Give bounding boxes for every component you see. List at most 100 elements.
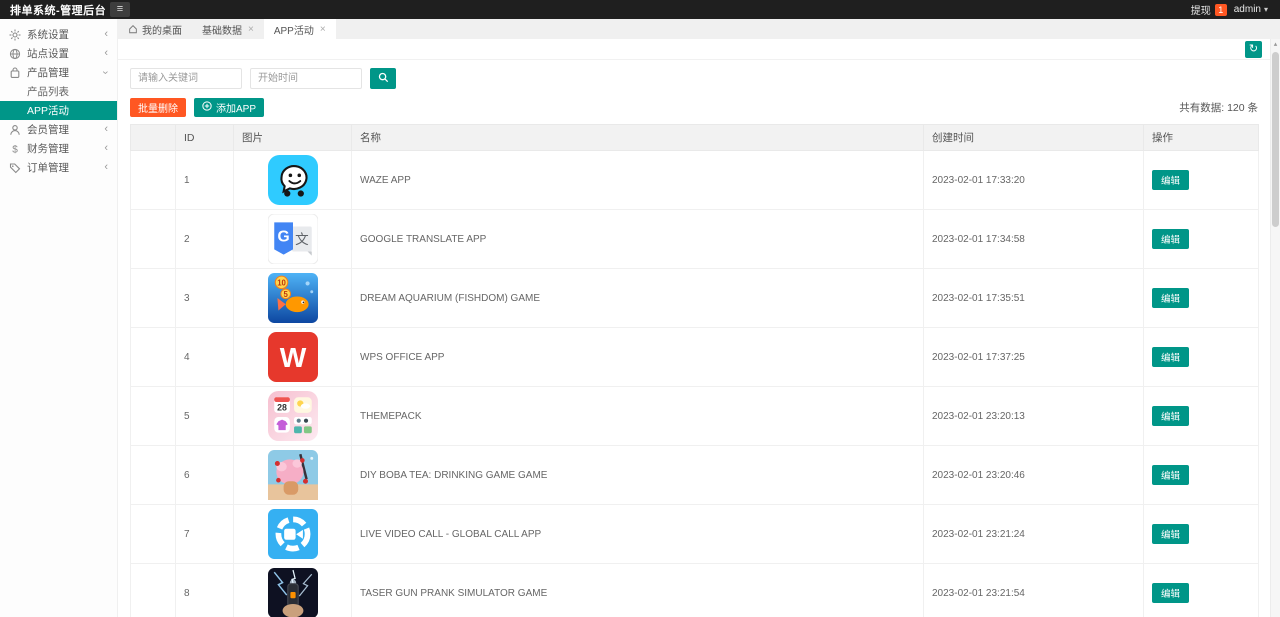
row-created-time: 2023-02-01 17:35:51 [924,269,1144,328]
username: admin [1234,4,1261,15]
edit-button[interactable]: 编辑 [1152,170,1189,190]
edit-button[interactable]: 编辑 [1152,406,1189,426]
row-select-cell[interactable] [131,446,176,505]
column-header: 操作 [1144,125,1259,151]
row-app-image: 105 [234,269,352,328]
column-header: 图片 [234,125,352,151]
row-id: 4 [176,328,234,387]
tab-label: 我的桌面 [142,22,182,37]
sidebar-item-label: 产品管理 [27,65,69,80]
sidebar-item-订单管理[interactable]: 订单管理 ‹ [0,158,117,177]
scrollbar-thumb[interactable] [1272,52,1279,227]
table-row: 7 LIVE VIDEO CALL - GLOBAL CALL APP 2023… [131,505,1259,564]
row-app-image: 文G [234,210,352,269]
row-created-time: 2023-02-01 17:37:25 [924,328,1144,387]
row-app-image: 28 [234,387,352,446]
boba-tea-game-icon [268,450,318,500]
table-row: 8 TASER GUN PRANK SIMULATOR GAME 2023-02… [131,564,1259,617]
scroll-up-arrow-icon[interactable]: ▴ [1271,39,1280,50]
edit-button[interactable]: 编辑 [1152,583,1189,603]
tab[interactable]: APP活动 × [264,19,336,39]
app-table: ID图片名称创建时间操作 1 WAZE APP 2023-02-01 17:33… [130,124,1259,617]
user-menu[interactable]: admin ▾ [1234,4,1268,15]
sidebar-item-站点设置[interactable]: 站点设置 ‹ [0,44,117,63]
withdraw-notice[interactable]: 提现 1 [1191,2,1227,17]
refresh-button[interactable]: ↻ [1245,41,1262,58]
themepack-app-icon: 28 [268,391,318,441]
home-icon [128,24,138,34]
search-button[interactable] [370,68,396,89]
quick-action-bar: ↻ [118,39,1270,60]
row-select-cell[interactable] [131,505,176,564]
table-body: 1 WAZE APP 2023-02-01 17:33:20 编辑 2 文G G… [131,151,1259,617]
row-app-image: W [234,328,352,387]
vertical-scrollbar[interactable]: ▴ [1270,39,1280,617]
chevron-icon: ‹ [104,143,108,154]
row-created-time: 2023-02-01 17:33:20 [924,151,1144,210]
row-select-cell[interactable] [131,269,176,328]
sidebar-item-系统设置[interactable]: 系统设置 ‹ [0,25,117,44]
row-id: 5 [176,387,234,446]
table-header-row: ID图片名称创建时间操作 [131,125,1259,151]
sidebar: 系统设置 ‹ 站点设置 ‹ 产品管理 ‹ 产品列表 APP活动 会员管理 ‹ $… [0,19,118,617]
edit-button[interactable]: 编辑 [1152,465,1189,485]
start-time-input[interactable] [250,68,362,89]
row-id: 3 [176,269,234,328]
row-select-cell[interactable] [131,564,176,617]
tab-bar: 我的桌面 基础数据 × APP活动 × [118,19,1280,39]
row-select-cell[interactable] [131,387,176,446]
row-select-cell[interactable] [131,210,176,269]
withdraw-label: 提现 [1191,2,1211,17]
sidebar-item-label: 系统设置 [27,27,69,42]
tab-close-icon[interactable]: × [248,24,254,35]
sidebar-item-会员管理[interactable]: 会员管理 ‹ [0,120,117,139]
site-icon [9,48,21,60]
add-app-button[interactable]: 添加APP [194,98,264,117]
tab[interactable]: 我的桌面 [118,19,192,39]
goods-icon [9,67,21,79]
row-app-name: DREAM AQUARIUM (FISHDOM) GAME [352,269,924,328]
sidebar-item-label: 会员管理 [27,122,69,137]
chevron-icon: ‹ [104,124,108,135]
chevron-icon: ‹ [104,162,108,173]
tab[interactable]: 基础数据 × [192,19,264,39]
table-row: 6 DIY BOBA TEA: DRINKING GAME GAME 2023-… [131,446,1259,505]
sidebar-item-财务管理[interactable]: $ 财务管理 ‹ [0,139,117,158]
svg-text:5: 5 [283,290,288,299]
user-icon [9,124,21,136]
row-select-cell[interactable] [131,151,176,210]
sidebar-subitem-产品列表[interactable]: 产品列表 [0,82,117,101]
tab-close-icon[interactable]: × [320,24,326,35]
app-list-panel: 批量删除 添加APP 共有数据: 120 条 ID图片名称创建时间操作 [118,68,1270,617]
app-title: 排单系统-管理后台 [0,2,106,18]
row-select-cell[interactable] [131,328,176,387]
sidebar-subitem-label: APP活动 [27,103,69,118]
menu-toggle-icon[interactable]: ≡ [110,2,130,17]
edit-button[interactable]: 编辑 [1152,347,1189,367]
sidebar-item-产品管理[interactable]: 产品管理 ‹ [0,63,117,82]
table-row: 5 28 THEMEPACK 2023-02-01 23:20:13 编辑 [131,387,1259,446]
top-bar-right: 提现 1 admin ▾ [1191,2,1280,17]
row-app-name: DIY BOBA TEA: DRINKING GAME GAME [352,446,924,505]
row-id: 1 [176,151,234,210]
edit-button[interactable]: 编辑 [1152,524,1189,544]
fishdom-game-icon: 105 [268,273,318,323]
svg-text:28: 28 [277,402,287,412]
column-header: ID [176,125,234,151]
keyword-input[interactable] [130,68,242,89]
row-id: 8 [176,564,234,617]
google-translate-app-icon: 文G [268,214,318,264]
column-header [131,125,176,151]
waze-app-icon [268,155,318,205]
wps-office-app-icon: W [268,332,318,382]
batch-delete-button[interactable]: 批量删除 [130,98,186,117]
edit-button[interactable]: 编辑 [1152,229,1189,249]
row-app-name: WPS OFFICE APP [352,328,924,387]
sidebar-subitem-APP活动[interactable]: APP活动 [0,101,117,120]
svg-text:$: $ [12,144,18,154]
add-app-label: 添加APP [216,100,256,115]
row-app-name: LIVE VIDEO CALL - GLOBAL CALL APP [352,505,924,564]
edit-button[interactable]: 编辑 [1152,288,1189,308]
svg-text:G: G [277,229,289,246]
plus-circle-icon [202,101,212,114]
